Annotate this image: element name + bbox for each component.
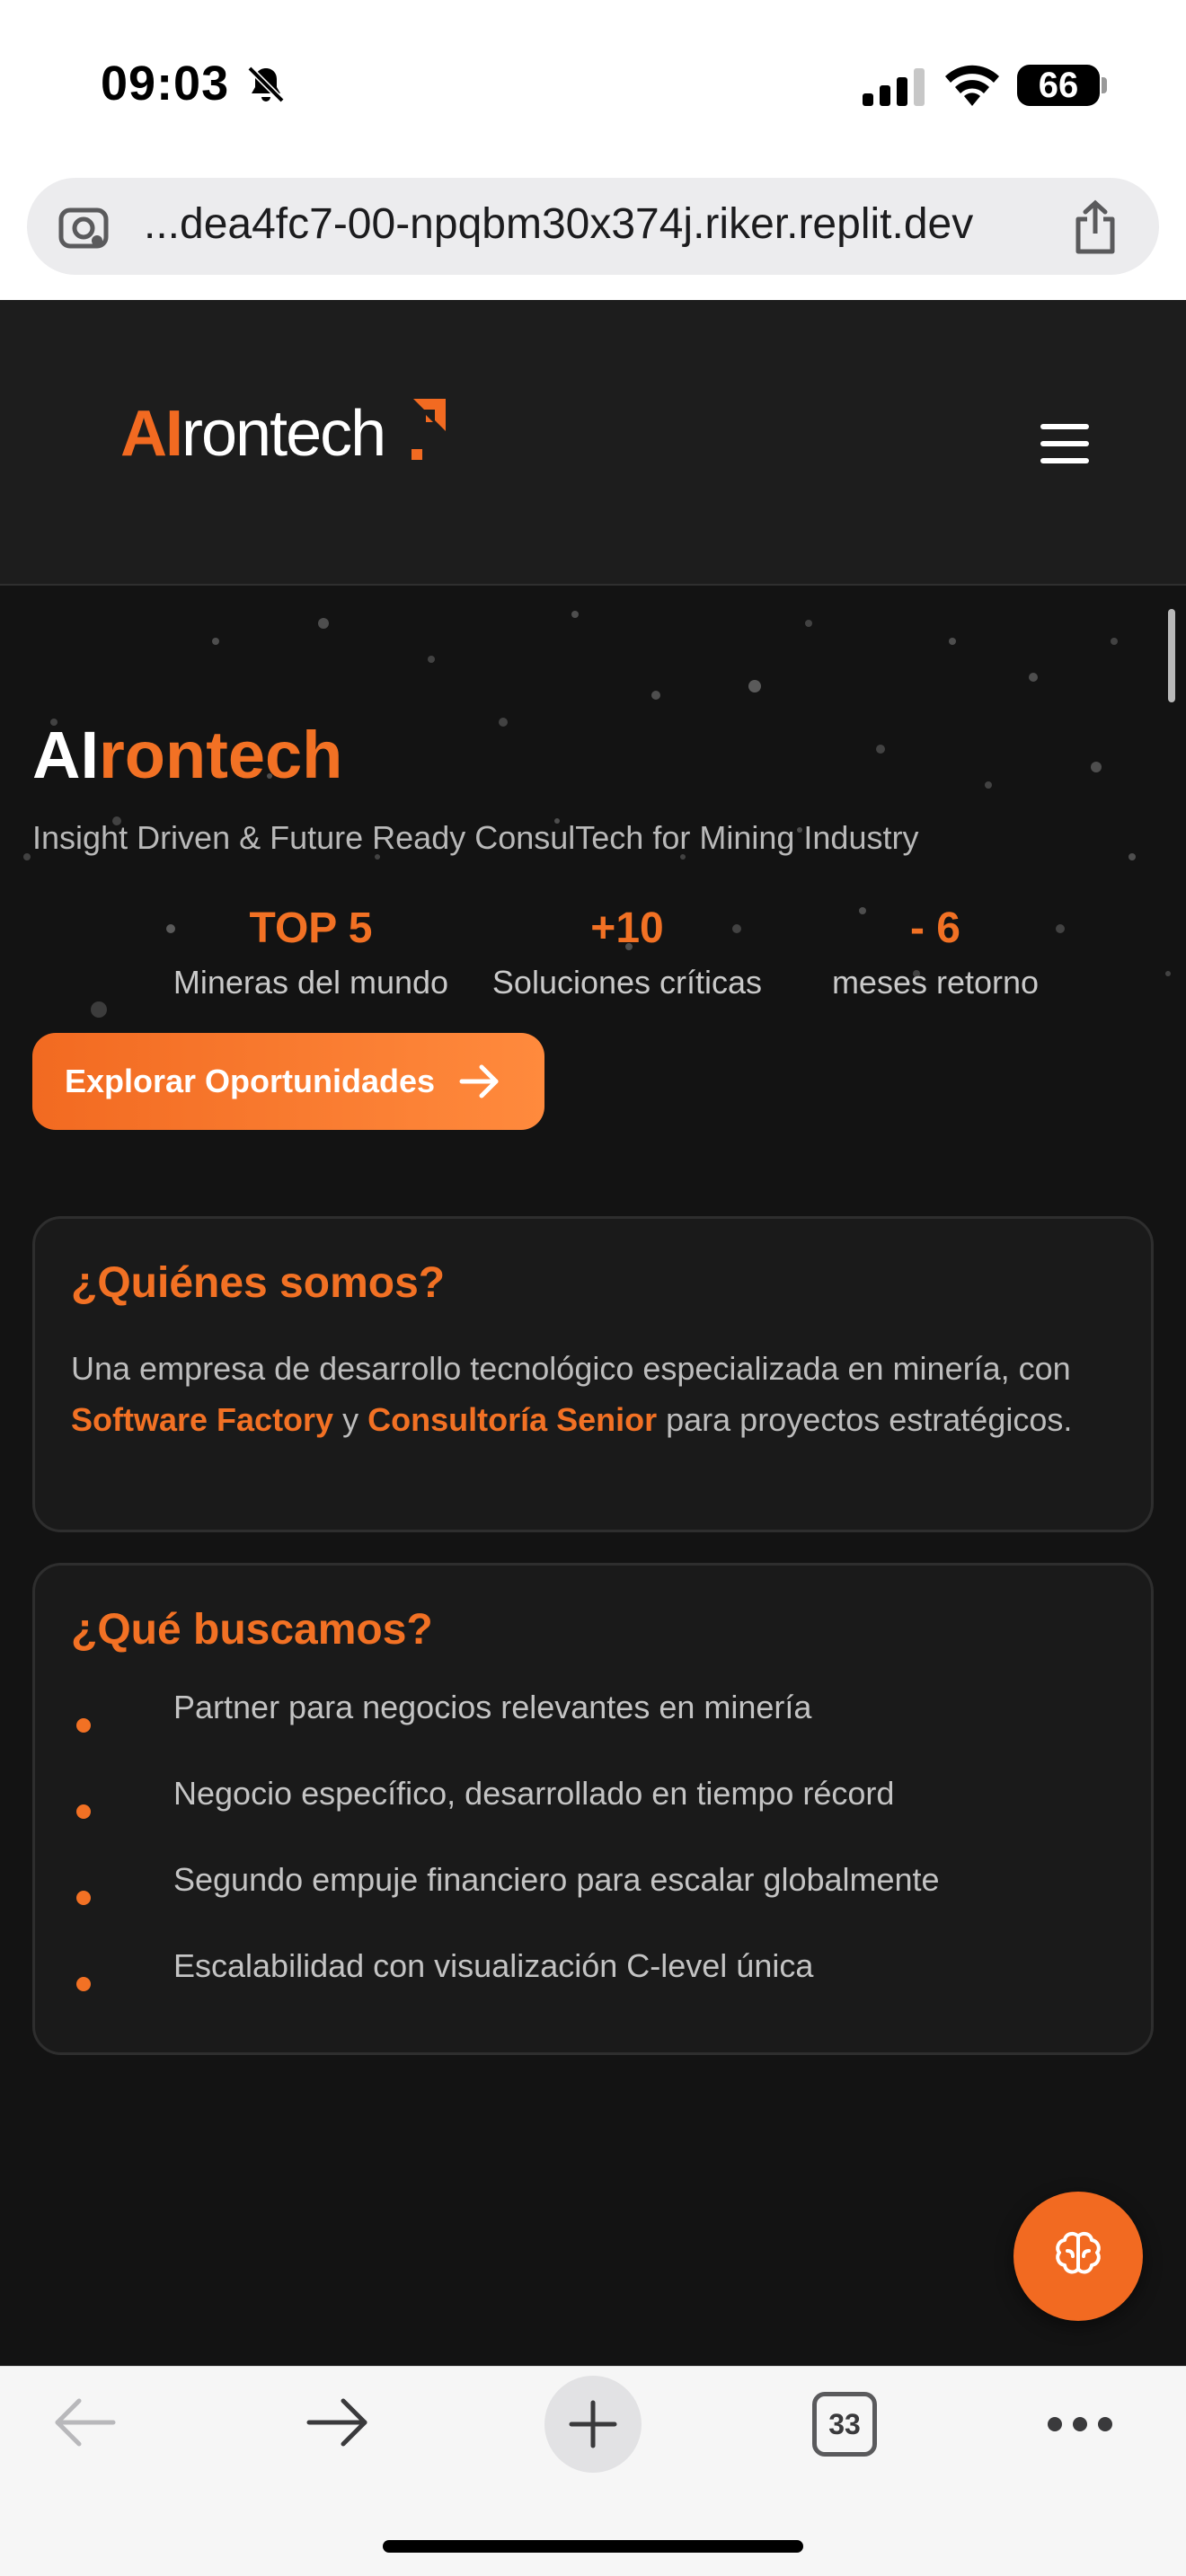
stat-label: meses retorno — [831, 964, 1040, 1001]
list-item: Escalabilidad con visualización C-level … — [71, 1943, 1113, 2029]
about-text-part: y — [333, 1401, 368, 1438]
wifi-icon — [945, 65, 999, 106]
list-item-text: Negocio específico, desarrollado en tiem… — [173, 1775, 895, 1812]
web-page: AIrontech AIrontech Insight Driven & Fut… — [0, 300, 1186, 2366]
logo-ai-text: AI — [120, 398, 183, 470]
explore-opportunities-button[interactable]: Explorar Oportunidades — [32, 1033, 544, 1130]
bullet-dot — [76, 1804, 91, 1819]
logo-dot — [412, 449, 422, 460]
stat-solutions: +10 Soluciones críticas — [474, 900, 780, 1008]
arrow-right-icon — [459, 1064, 499, 1098]
about-title: ¿Quiénes somos? — [71, 1259, 446, 1307]
bell-slash-icon — [247, 66, 285, 103]
status-bar: 09:03 66 — [0, 0, 1186, 171]
software-factory-highlight: Software Factory — [71, 1401, 334, 1438]
list-item: Negocio específico, desarrollado en tiem… — [71, 1770, 1113, 1857]
cta-label: Explorar Oportunidades — [65, 1063, 436, 1099]
new-tab-button[interactable] — [544, 2376, 642, 2473]
more-icon[interactable] — [1046, 2413, 1114, 2435]
stat-label: Mineras del mundo — [173, 964, 449, 1001]
about-text: Una empresa de desarrollo tecnológico es… — [71, 1343, 1113, 1445]
seeking-card: ¿Qué buscamos? Partner para negocios rel… — [32, 1563, 1154, 2055]
hero-subtitle: Insight Driven & Future Ready ConsulTech… — [32, 819, 919, 856]
bullet-dot — [76, 1977, 91, 1991]
seeking-list: Partner para negocios relevantes en mine… — [71, 1684, 1113, 2029]
page-settings-icon[interactable] — [58, 203, 110, 251]
senior-consulting-highlight: Consultoría Senior — [367, 1401, 658, 1438]
stat-return: - 6 meses retorno — [796, 900, 1075, 1008]
forward-arrow-icon[interactable] — [305, 2395, 370, 2449]
back-arrow-icon[interactable] — [52, 2395, 117, 2449]
list-item: Partner para negocios relevantes en mine… — [71, 1684, 1113, 1770]
ai-assistant-button[interactable] — [1013, 2192, 1143, 2321]
plus-icon — [569, 2400, 617, 2448]
tabs-icon[interactable]: 33 — [812, 2392, 877, 2457]
hero-title: AIrontech — [32, 717, 342, 793]
page-scrollbar[interactable] — [1168, 609, 1175, 702]
hero-title-prefix: AI — [32, 718, 99, 792]
about-text-part: Una empresa de desarrollo tecnológico es… — [71, 1350, 1071, 1387]
brain-icon — [1056, 2231, 1101, 2274]
cellular-signal-icon — [863, 68, 925, 106]
address-url[interactable]: ...dea4fc7-00-npqbm30x374j.riker.replit.… — [144, 199, 1060, 249]
status-time: 09:03 — [101, 57, 230, 110]
stat-value: - 6 — [909, 904, 960, 952]
about-card: ¿Quiénes somos? Una empresa de desarroll… — [32, 1216, 1154, 1532]
share-icon[interactable] — [1071, 199, 1120, 255]
logo-rest-text: rontech — [181, 398, 386, 470]
about-text-part: para proyectos estratégicos. — [657, 1401, 1073, 1438]
stat-label: Soluciones críticas — [491, 964, 763, 1001]
site-header: AIrontech — [0, 300, 1186, 586]
battery-cap — [1102, 77, 1107, 93]
logo-mark-icon — [413, 399, 446, 431]
list-item: Segundo empuje financiero para escalar g… — [71, 1857, 1113, 1943]
list-item-text: Escalabilidad con visualización C-level … — [173, 1947, 814, 1984]
stat-top-mining: TOP 5 Mineras del mundo — [158, 900, 464, 1008]
menu-icon[interactable] — [1040, 424, 1089, 463]
bullet-dot — [76, 1718, 91, 1733]
bullet-dot — [76, 1891, 91, 1905]
stat-value: +10 — [590, 904, 664, 952]
site-logo[interactable]: AIrontech — [120, 397, 386, 471]
stat-value: TOP 5 — [249, 904, 373, 952]
list-item-text: Segundo empuje financiero para escalar g… — [173, 1861, 940, 1898]
home-indicator[interactable] — [383, 2540, 803, 2553]
hero-title-accent: rontech — [99, 718, 343, 792]
list-item-text: Partner para negocios relevantes en mine… — [173, 1689, 812, 1725]
seeking-title: ¿Qué buscamos? — [71, 1606, 433, 1654]
battery-icon: 66 — [1017, 65, 1100, 106]
